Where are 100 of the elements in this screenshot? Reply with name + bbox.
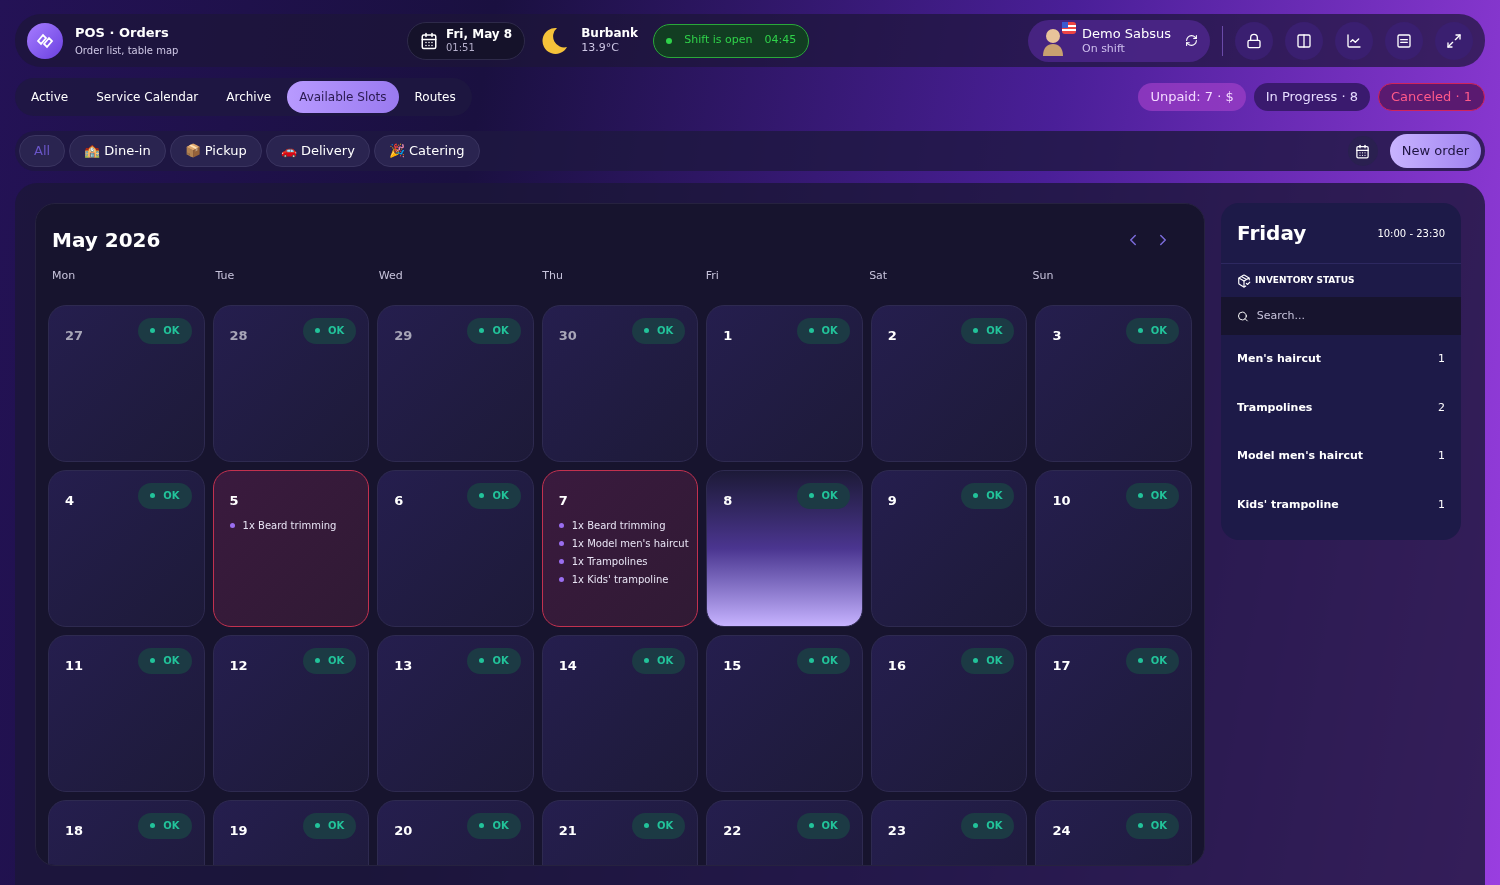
status-badge: OK <box>138 317 192 344</box>
date-widget[interactable]: Fri, May 8 01:51 <box>407 21 526 60</box>
user-status: On shift <box>1082 41 1126 56</box>
city-text: Burbank <box>581 26 640 42</box>
new-order-button[interactable]: New order <box>1389 134 1481 168</box>
day-cell[interactable]: 5 1x Beard trimming <box>212 469 370 627</box>
toolbar-button[interactable] <box>1335 21 1373 60</box>
tab[interactable]: Active <box>19 81 81 113</box>
day-cell[interactable]: 4 OK <box>48 469 205 627</box>
day-number: 23 <box>887 821 906 840</box>
status-badge: OK <box>961 482 1015 509</box>
day-number: 5 <box>229 491 239 510</box>
day-number: 7 <box>558 491 568 510</box>
day-cell[interactable]: 15 OK <box>706 634 863 792</box>
day-cell[interactable]: 11 OK <box>48 634 205 792</box>
tab[interactable]: Service Calendar <box>84 81 211 113</box>
day-number: 19 <box>229 821 248 840</box>
weekday-label: Thu <box>542 268 564 284</box>
day-title: Friday <box>1237 220 1307 247</box>
day-cell[interactable]: 13 OK <box>377 634 534 792</box>
booking-item: 1x Kids' trampoline <box>558 572 686 587</box>
inventory-name: Kids' trampoline <box>1237 496 1339 513</box>
day-number: 28 <box>229 326 248 345</box>
status-badge: OK <box>1125 317 1179 344</box>
search-input[interactable]: Search... <box>1256 307 1445 325</box>
day-cell[interactable]: 28 OK <box>212 304 370 462</box>
filter-chip[interactable]: 🚗 Delivery <box>265 135 370 167</box>
status-badge: OK <box>632 317 686 344</box>
day-number: 12 <box>229 656 248 675</box>
inventory-count: 1 <box>1438 496 1445 513</box>
tab[interactable]: Available Slots <box>287 81 399 113</box>
day-number: 6 <box>394 491 404 510</box>
day-cell[interactable]: 30 OK <box>541 304 699 462</box>
weekday-label: Wed <box>378 268 404 284</box>
day-cell[interactable]: 18 OK <box>48 799 205 865</box>
chart-icon <box>1346 32 1362 49</box>
temperature-text: 13.9°C <box>581 41 620 55</box>
day-cell[interactable]: 24 OK <box>1035 799 1192 865</box>
calendar-icon <box>1355 143 1371 159</box>
day-cell[interactable]: 12 OK <box>212 634 370 792</box>
filter-chip[interactable]: 🏫 Dine-in <box>69 135 166 167</box>
status-badge: OK <box>632 647 686 674</box>
day-cell[interactable]: 21 OK <box>541 799 699 865</box>
inventory-count: 1 <box>1438 448 1445 464</box>
day-cell[interactable]: 6 OK <box>377 469 534 627</box>
day-cell[interactable]: 1 OK <box>706 304 863 462</box>
status-chip[interactable]: Unpaid: 7 · $ <box>1138 83 1246 111</box>
status-chip[interactable]: Canceled · 1 <box>1378 83 1485 111</box>
status-badge: OK <box>138 482 192 509</box>
tab[interactable]: Routes <box>402 81 468 113</box>
filter-chip[interactable]: 🎉 Catering <box>373 135 480 167</box>
day-cell[interactable]: 17 OK <box>1035 634 1192 792</box>
day-cell[interactable]: 9 OK <box>870 469 1028 627</box>
day-cell[interactable]: 20 OK <box>377 799 534 865</box>
shift-badge[interactable]: Shift is open 04:45 <box>653 23 810 58</box>
day-cell[interactable]: 7 1x Beard trimming 1x Model men's haircut 1x Trampolines 1x Kids' trampoline <box>541 469 699 627</box>
user-card[interactable]: Demo Sabsus On shift <box>1028 19 1210 62</box>
toolbar-button[interactable] <box>1385 21 1423 60</box>
shift-label: Shift is open <box>684 32 753 49</box>
status-badge: OK <box>467 647 521 674</box>
status-chip[interactable]: In Progress · 8 <box>1253 83 1371 111</box>
month-title: May 2026 <box>52 227 161 254</box>
day-cell[interactable]: 3 OK <box>1035 304 1192 462</box>
day-cell[interactable]: 29 OK <box>377 304 534 462</box>
day-cell[interactable]: 10 OK <box>1035 469 1192 627</box>
day-number: 15 <box>723 656 742 675</box>
day-cell[interactable]: 22 OK <box>706 799 863 865</box>
flag-icon <box>1062 21 1076 34</box>
toolbar-button[interactable] <box>1235 21 1273 60</box>
day-number: 2 <box>887 326 897 345</box>
status-badge: OK <box>302 812 357 839</box>
user-name: Demo Sabsus <box>1082 25 1172 42</box>
refresh-icon[interactable] <box>1185 34 1198 47</box>
lock-icon <box>1246 32 1262 49</box>
day-cell[interactable]: 23 OK <box>870 799 1028 865</box>
toolbar-button[interactable] <box>1435 21 1473 60</box>
status-badge: OK <box>302 317 357 344</box>
fullscreen-icon <box>1446 32 1462 49</box>
status-badge: OK <box>138 812 192 839</box>
calendar-icon <box>420 31 438 50</box>
hours-text: 10:00 - 23:30 <box>1377 226 1445 241</box>
toolbar-button[interactable] <box>1285 21 1323 60</box>
shift-timer: 04:45 <box>764 32 797 49</box>
calendar-button[interactable] <box>1347 136 1378 166</box>
search-field[interactable]: Search... <box>1221 297 1461 335</box>
day-number: 14 <box>558 656 577 675</box>
day-cell[interactable]: 19 OK <box>212 799 370 865</box>
day-cell[interactable]: 2 OK <box>870 304 1028 462</box>
status-badge: OK <box>796 647 850 674</box>
status-badge: OK <box>961 647 1015 674</box>
day-cell[interactable]: 8 OK <box>706 469 863 627</box>
tab[interactable]: Archive <box>214 81 284 113</box>
filter-chip[interactable]: 📦 Pickup <box>169 135 262 167</box>
app-subtitle: Order list, table map <box>75 43 180 58</box>
status-badge: OK <box>1125 647 1179 674</box>
day-cell[interactable]: 14 OK <box>541 634 699 792</box>
day-number: 8 <box>723 491 733 510</box>
day-cell[interactable]: 16 OK <box>870 634 1028 792</box>
day-cell[interactable]: 27 OK <box>48 304 205 462</box>
day-number: 3 <box>1052 326 1062 345</box>
